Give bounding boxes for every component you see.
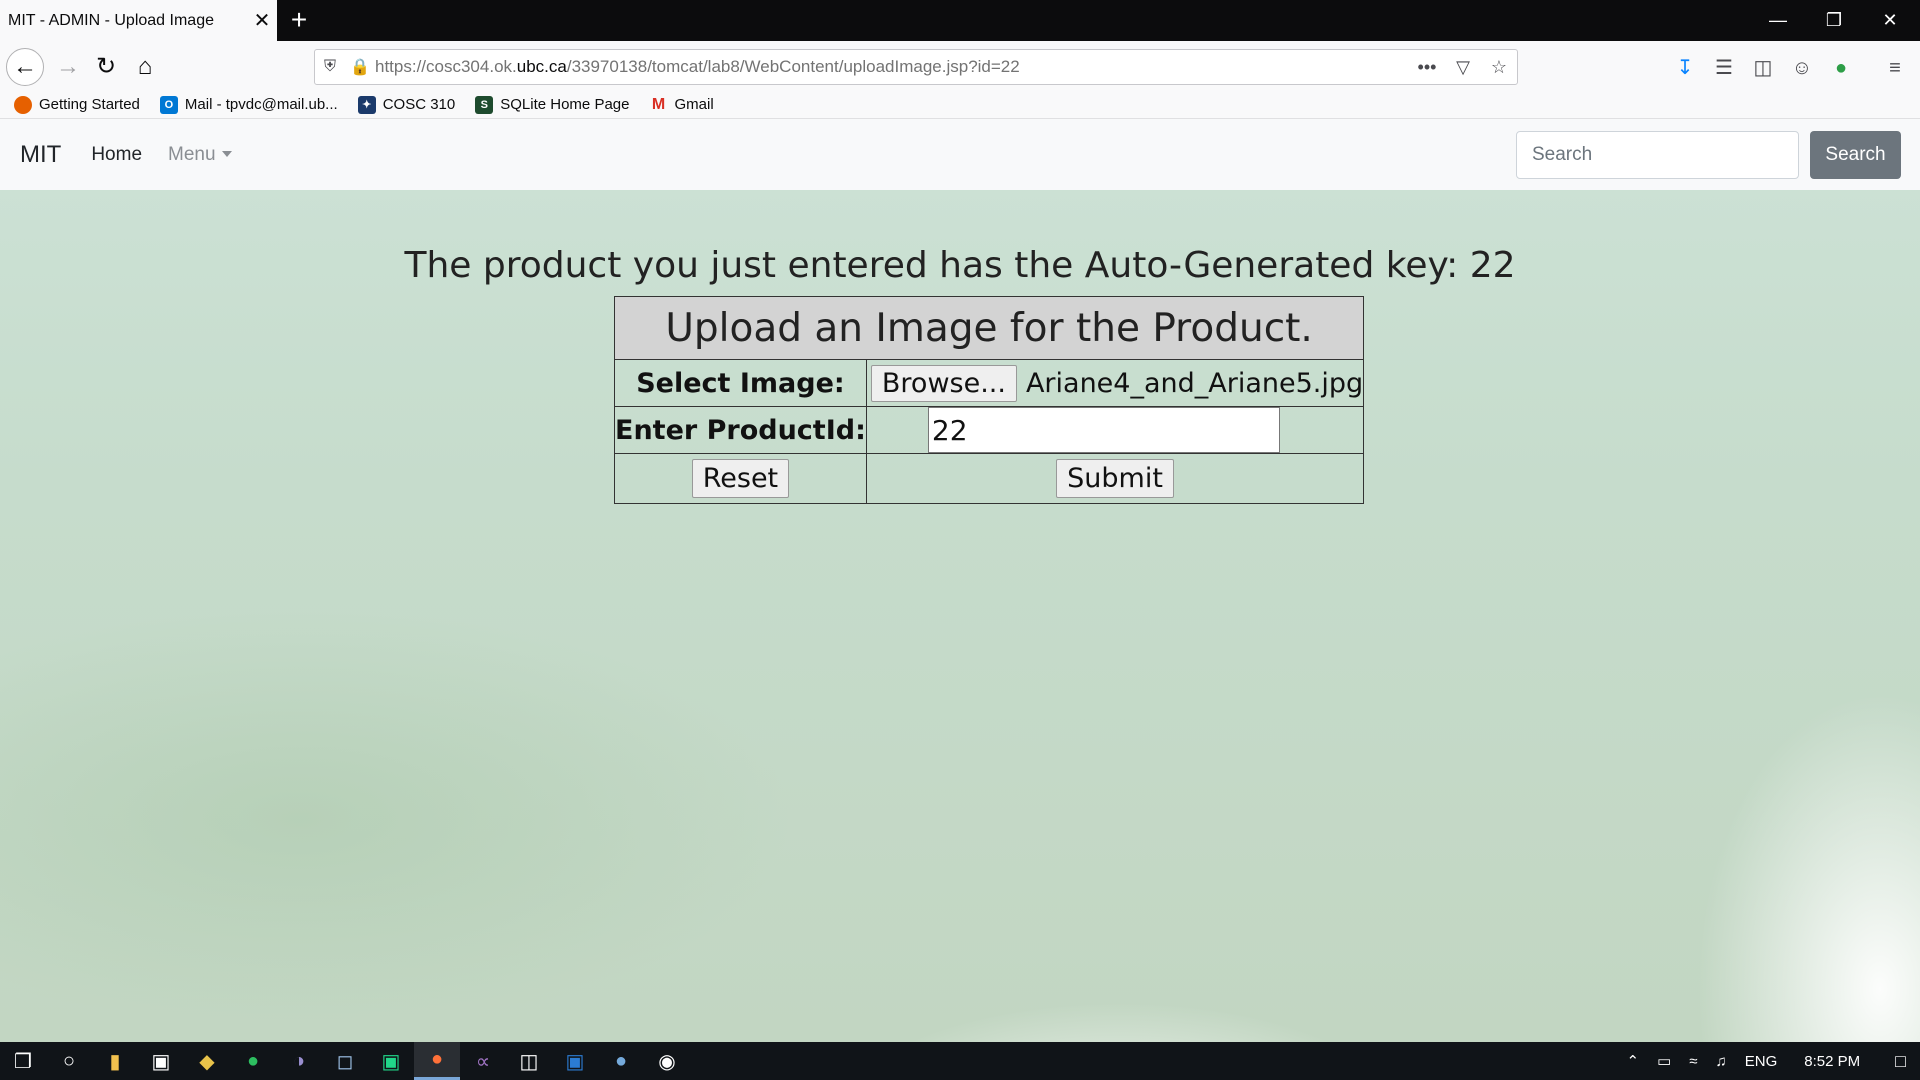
app2-icon[interactable]: ◉: [644, 1042, 690, 1080]
bookmark-sqlite[interactable]: S SQLite Home Page: [475, 95, 630, 114]
bookmark-cosc310[interactable]: ✦ COSC 310: [357, 95, 456, 114]
notifications-icon[interactable]: □: [1895, 1051, 1906, 1072]
page-content: MIT Home Menu Search The product you jus…: [0, 119, 1920, 1042]
reset-button[interactable]: Reset: [691, 459, 790, 498]
tab-close-icon[interactable]: ✕: [247, 8, 277, 33]
form-heading: Upload an Image for the Product.: [613, 296, 1365, 360]
home-icon[interactable]: ⌂: [127, 49, 163, 85]
url-host: ubc.ca: [516, 57, 567, 76]
file-explorer-icon[interactable]: ▮: [92, 1042, 138, 1080]
tab-title: MIT - ADMIN - Upload Image: [8, 11, 214, 29]
bookmarks-bar: Getting Started O Mail - tpvdc@mail.ub..…: [0, 91, 1920, 119]
pycharm-icon[interactable]: ▣: [368, 1042, 414, 1080]
account-icon[interactable]: ☺: [1787, 53, 1817, 83]
nav-menu-dropdown[interactable]: Menu: [168, 144, 232, 166]
url-prefix: https://cosc304.ok.: [375, 57, 517, 76]
clock[interactable]: 8:52 PM: [1804, 1053, 1860, 1070]
select-image-label: Select Image:: [614, 359, 867, 407]
bookmark-label: COSC 310: [382, 96, 456, 113]
restore-icon[interactable]: ❐: [1806, 0, 1862, 41]
reload-icon[interactable]: ↻: [88, 49, 124, 85]
app-icon[interactable]: ◆: [184, 1042, 230, 1080]
photos-icon[interactable]: ▣: [138, 1042, 184, 1080]
bookmark-label: Getting Started: [39, 96, 140, 113]
eclipse-icon[interactable]: ◑: [276, 1042, 322, 1080]
tracking-shield-icon[interactable]: ⛨: [315, 58, 345, 76]
word-icon[interactable]: ▣: [552, 1042, 598, 1080]
system-tray: ⌃ ▭ ≈ ♫ ENG 8:52 PM □: [1617, 1042, 1920, 1080]
cosc-icon: ✦: [357, 95, 376, 114]
visual-studio-icon[interactable]: ∝: [460, 1042, 506, 1080]
pocket-icon[interactable]: ▽: [1445, 57, 1481, 78]
brand-logo[interactable]: MIT: [20, 141, 61, 169]
new-tab-button[interactable]: +: [283, 4, 315, 36]
firefox-icon: [14, 95, 32, 114]
nav-home-link[interactable]: Home: [91, 144, 142, 166]
sidebar-icon[interactable]: ◫: [1748, 53, 1778, 83]
search-input[interactable]: [1516, 131, 1799, 179]
language-indicator[interactable]: ENG: [1745, 1053, 1778, 1070]
bookmark-getting-started[interactable]: Getting Started: [14, 95, 140, 114]
url-text[interactable]: https://cosc304.ok.ubc.ca/33970138/tomca…: [375, 57, 1409, 77]
twitch-icon[interactable]: ◫: [506, 1042, 552, 1080]
battery-icon[interactable]: ▭: [1657, 1052, 1671, 1070]
outlook-icon: O: [159, 95, 178, 114]
volume-icon[interactable]: ♫: [1715, 1053, 1726, 1070]
forward-arrow-icon[interactable]: →: [50, 49, 86, 85]
more-actions-icon[interactable]: •••: [1409, 57, 1445, 78]
selected-file-name: Ariane4_and_Ariane5.jpg: [1025, 367, 1364, 399]
bookmark-mail[interactable]: O Mail - tpvdc@mail.ub...: [159, 95, 338, 114]
submit-cell: Submit: [865, 453, 1365, 504]
window-close-icon[interactable]: ✕: [1862, 0, 1918, 41]
search-button[interactable]: Search: [1810, 131, 1901, 179]
virtualbox-icon[interactable]: ◻: [322, 1042, 368, 1080]
chevron-down-icon: [221, 151, 232, 158]
reset-cell: Reset: [614, 453, 867, 504]
site-navbar: MIT Home Menu Search: [0, 119, 1920, 190]
rstudio-icon[interactable]: ●: [598, 1042, 644, 1080]
browser-tab-bar: MIT - ADMIN - Upload Image ✕ + — ❐ ✕: [0, 0, 1920, 41]
bookmark-gmail[interactable]: M Gmail: [649, 95, 714, 114]
bookmark-star-icon[interactable]: ☆: [1481, 57, 1517, 78]
bookmark-label: Gmail: [674, 96, 714, 113]
evernote-icon[interactable]: ●: [230, 1042, 276, 1080]
product-id-cell: [865, 406, 1365, 454]
library-icon[interactable]: ☰: [1709, 53, 1739, 83]
bookmark-label: Mail - tpvdc@mail.ub...: [184, 96, 338, 113]
browser-tab[interactable]: MIT - ADMIN - Upload Image ✕: [0, 0, 277, 41]
product-id-label: Enter ProductId:: [614, 406, 867, 454]
minimize-icon[interactable]: —: [1750, 0, 1806, 41]
product-id-input[interactable]: [927, 407, 1280, 453]
chevron-up-icon[interactable]: ⌃: [1626, 1052, 1639, 1070]
submit-button[interactable]: Submit: [1056, 459, 1174, 498]
cortana-icon[interactable]: ○: [46, 1042, 92, 1080]
downloads-icon[interactable]: ↧: [1670, 53, 1700, 83]
menu-label: Menu: [168, 143, 216, 165]
upload-form-table: Upload an Image for the Product. Select …: [613, 296, 1365, 504]
url-path: /33970138/tomcat/lab8/WebContent/uploadI…: [566, 57, 1020, 76]
lock-icon[interactable]: 🔒: [345, 57, 375, 77]
url-bar[interactable]: ⛨ 🔒 https://cosc304.ok.ubc.ca/33970138/t…: [314, 49, 1518, 85]
gmail-icon: M: [651, 95, 666, 113]
windows-start-icon[interactable]: ❐: [0, 1042, 46, 1080]
file-picker-cell: Browse... Ariane4_and_Ariane5.jpg: [865, 359, 1365, 407]
bookmark-label: SQLite Home Page: [500, 96, 630, 113]
hamburger-menu-icon[interactable]: ≡: [1880, 53, 1910, 83]
back-arrow-icon[interactable]: ←: [6, 48, 44, 86]
auto-key-message: The product you just entered has the Aut…: [404, 245, 1516, 286]
browse-button[interactable]: Browse...: [870, 364, 1017, 402]
wifi-icon[interactable]: ≈: [1689, 1053, 1697, 1070]
sqlite-icon: S: [475, 95, 494, 114]
extension-icon[interactable]: ●: [1826, 53, 1856, 83]
windows-taskbar: ❐ ○ ▮ ▣ ◆ ● ◑ ◻ ▣ ● ∝ ◫ ▣ ● ◉ ⌃ ▭ ≈ ♫ EN…: [0, 1042, 1920, 1080]
browser-toolbar: ← → ↻ ⌂ ⛨ 🔒 https://cosc304.ok.ubc.ca/33…: [0, 41, 1920, 91]
firefox-icon[interactable]: ●: [414, 1042, 460, 1080]
